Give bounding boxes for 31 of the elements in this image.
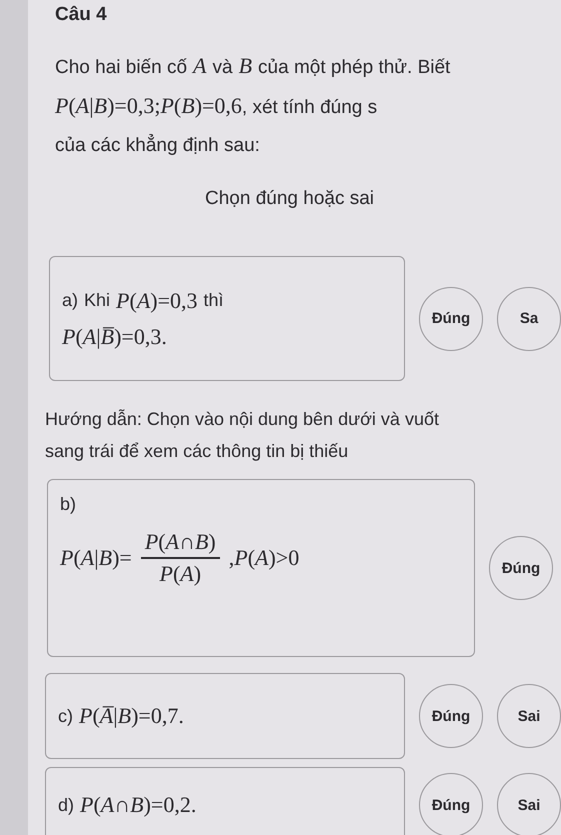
math-formula: A xyxy=(193,52,206,80)
item-label: b) xyxy=(60,494,78,515)
item-label: c) xyxy=(58,706,73,726)
answer-button[interactable]: Đúng xyxy=(419,684,483,748)
statement-text: và xyxy=(212,56,233,80)
statement-text: thì xyxy=(204,290,224,311)
math-formula: ,P(A)>0 xyxy=(228,545,300,571)
statement-text: Cho hai biến cố xyxy=(55,56,188,80)
fraction-formula: P(A∩B) P(A) xyxy=(138,529,223,587)
statement-text: của các khẳng định sau: xyxy=(55,133,260,158)
math-formula: P(A∩B)=0,2. xyxy=(80,792,196,818)
statement-text: của một phép thử. Biết xyxy=(258,56,450,80)
section-title: Chọn đúng hoặc sai xyxy=(205,188,376,211)
math-formula: P(A|B̅)=0,3. xyxy=(62,324,167,350)
math-formula: P(A)=0,3 xyxy=(116,288,198,314)
answer-button[interactable]: Đúng xyxy=(489,536,553,600)
math-formula: P(A̅|B)=0,7. xyxy=(79,703,184,729)
statement-text: , xét tính đúng s xyxy=(242,96,378,120)
math-formula: P(A|B)= xyxy=(60,545,132,571)
statement-text: Khi xyxy=(84,290,110,311)
answer-button[interactable]: Sa xyxy=(497,286,561,350)
answer-button[interactable]: Đúng xyxy=(419,286,483,350)
answer-button[interactable]: Sai xyxy=(497,684,561,748)
hint-text: Hướng dẫn: Chọn vào nội dung bên dưới và vuốt sang trái để xem các thông tin bị thiếu xyxy=(45,408,440,463)
item-label: d) xyxy=(58,794,74,816)
math-formula: B xyxy=(238,52,252,80)
math-formula: P(A|B)=0,3;P(B)=0,6 xyxy=(55,92,242,120)
item-label: a) xyxy=(62,290,78,311)
answer-button[interactable]: Đúng xyxy=(419,773,483,835)
answer-button[interactable]: Sai xyxy=(497,773,561,835)
question-title: Câu 4 xyxy=(55,4,108,27)
